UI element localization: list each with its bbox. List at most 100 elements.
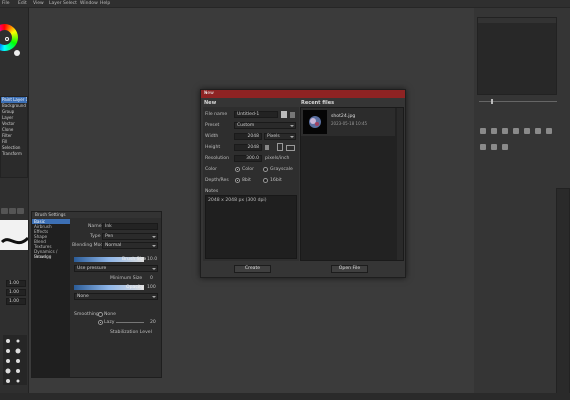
create-button[interactable]: Create [234, 265, 271, 273]
depth-8-label: 8bit [242, 178, 251, 183]
undo-icon-row [480, 144, 513, 152]
opacity-value: 100 [147, 285, 156, 290]
new-file-dialog: New × New File name Untitled-1 Preset Cu… [200, 89, 406, 278]
recent-file-date: 2023-05-18 10:45 [331, 121, 368, 126]
open-file-button[interactable]: Open File [331, 265, 368, 273]
folder-icon[interactable] [491, 128, 497, 134]
layer-item[interactable]: Transform [1, 151, 27, 157]
history-icon[interactable] [502, 144, 508, 150]
opacity-pressure-select[interactable]: None [74, 293, 158, 300]
redo-icon[interactable] [491, 144, 497, 150]
label-width: Width [205, 134, 219, 139]
brush-settings-panel: Brush Settings Basic Airbrush Effects Sh… [31, 211, 162, 378]
label-depth: Depth/Res [205, 178, 229, 183]
new-settings-area: File name Untitled-1 Preset Custom Width… [203, 107, 299, 261]
export-icon[interactable] [513, 128, 519, 134]
zoom-field[interactable]: 1.00 [6, 298, 26, 305]
navigator-panel [477, 17, 557, 95]
label-minimum-size: Minimum Size [110, 276, 143, 281]
recent-file-item[interactable]: shot24.jpg 2023-05-18 10:45 [301, 108, 395, 136]
label-stabilization: Stabilization Level [110, 330, 152, 335]
width-unit-select[interactable]: Pixels [264, 133, 296, 140]
section-recent: Recent files [301, 100, 335, 106]
brush-type-select[interactable]: Pen [102, 233, 158, 240]
resolution-unit: pixels/inch [265, 156, 290, 161]
lazy-value: 20 [150, 320, 156, 325]
smoothing-none-radio[interactable] [98, 312, 103, 317]
navigator-header [478, 18, 556, 23]
depth-8-radio[interactable] [235, 178, 240, 183]
menu-select[interactable]: Select [63, 1, 77, 6]
blending-select[interactable]: Normal [102, 242, 158, 249]
height-input[interactable]: 2048 [234, 144, 262, 151]
more-icon[interactable] [546, 128, 552, 134]
category-item[interactable]: Smudge [32, 254, 70, 259]
label-resolution: Resolution [205, 156, 230, 161]
resolution-input[interactable]: 300.0 [234, 155, 262, 162]
section-new: New [204, 100, 217, 106]
color-picker-handle[interactable] [5, 37, 9, 41]
zoom-field[interactable]: 1.00 [6, 289, 26, 296]
smoothing-none-label: None [104, 312, 116, 317]
tool-icon-row [480, 128, 557, 136]
label-name: Name [88, 224, 102, 229]
file-thumbnail [303, 110, 327, 134]
label-file-name: File name [205, 112, 228, 117]
copy-layer-icon[interactable] [9, 208, 16, 214]
width-input[interactable]: 2048 [234, 133, 262, 140]
pressure-select[interactable]: Use pressure [74, 265, 158, 272]
label-notes: Notes [205, 189, 219, 194]
recent-files-list: shot24.jpg 2023-05-18 10:45 [300, 107, 404, 261]
menu-window[interactable]: Window [80, 1, 98, 6]
label-type: Type [90, 234, 101, 239]
depth-16-radio[interactable] [263, 178, 268, 183]
notes-area[interactable]: 2048 x 2048 px (300 dpi) [205, 195, 297, 259]
color-radio[interactable] [235, 167, 240, 172]
close-icon[interactable]: × [204, 91, 402, 96]
delete-layer-icon[interactable] [17, 208, 24, 214]
menu-view[interactable]: View [33, 1, 44, 6]
menu-file[interactable]: File [2, 1, 10, 6]
trash-icon[interactable] [524, 128, 530, 134]
min-size-value: 0 [150, 276, 153, 281]
layer-tools-row [1, 208, 25, 216]
trash-icon[interactable] [290, 112, 295, 118]
navigator-slider[interactable] [479, 98, 557, 106]
landscape-icon[interactable] [286, 145, 295, 151]
layers-list: Paint Layer 1 Background Group Layer Vec… [0, 96, 28, 178]
label-color: Color [205, 167, 217, 172]
link-icon[interactable] [265, 145, 269, 150]
smoothing-lazy-radio[interactable] [98, 320, 103, 325]
right-dock [474, 8, 570, 400]
menu-edit[interactable]: Edit [18, 1, 27, 6]
portrait-icon[interactable] [277, 143, 283, 151]
save-icon[interactable] [502, 128, 508, 134]
color-swatch[interactable] [14, 50, 20, 56]
settings-icon[interactable] [535, 128, 541, 134]
recent-scrollbar[interactable] [397, 108, 403, 260]
brush-presets-grid [3, 335, 27, 385]
file-icon[interactable] [480, 128, 486, 134]
scrollbar-panel[interactable] [556, 188, 570, 400]
color-option-label: Color [242, 167, 254, 172]
label-brush-size: Brush Size [122, 257, 147, 262]
menu-bar: File Edit View Layer Select Window Help [0, 0, 570, 8]
notes-text: 2048 x 2048 px (300 dpi) [208, 198, 267, 203]
brush-name-input[interactable]: Ink [102, 223, 158, 230]
left-dock: Paint Layer 1 Background Group Layer Vec… [0, 8, 30, 400]
depth-16-label: 16bit [270, 178, 282, 183]
lazy-slider[interactable] [116, 322, 144, 323]
grayscale-radio[interactable] [263, 167, 268, 172]
undo-icon[interactable] [480, 144, 486, 150]
new-layer-icon[interactable] [1, 208, 8, 214]
menu-help[interactable]: Help [100, 1, 110, 6]
brush-panel-header[interactable]: Brush Settings [32, 212, 161, 218]
zoom-field[interactable]: 1.00 [6, 280, 26, 287]
file-name-input[interactable]: Untitled-1 [234, 111, 278, 118]
dialog-titlebar[interactable]: New × [201, 90, 405, 98]
file-icon[interactable] [281, 111, 287, 118]
status-bar [0, 393, 570, 400]
menu-layer[interactable]: Layer [49, 1, 62, 6]
preset-select[interactable]: Custom [234, 122, 296, 129]
label-preset: Preset [205, 123, 220, 128]
